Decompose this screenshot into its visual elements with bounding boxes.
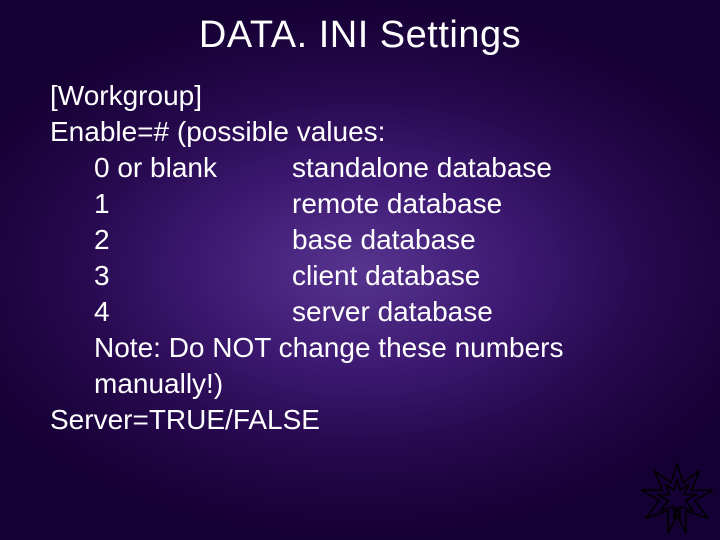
value-desc: standalone database — [292, 150, 552, 186]
value-key: 1 — [94, 186, 292, 222]
value-row: 3 client database — [50, 258, 670, 294]
enable-line: Enable=# (possible values: — [50, 114, 670, 150]
value-desc: remote database — [292, 186, 502, 222]
section-header: [Workgroup] — [50, 78, 670, 114]
value-row: 0 or blank standalone database — [50, 150, 670, 186]
value-key: 2 — [94, 222, 292, 258]
note-line-1: Note: Do NOT change these numbers — [50, 330, 670, 366]
value-desc: base database — [292, 222, 476, 258]
value-desc: server database — [292, 294, 493, 330]
slide-body: [Workgroup] Enable=# (possible values: 0… — [50, 78, 670, 438]
value-row: 2 base database — [50, 222, 670, 258]
note-line-2: manually!) — [50, 366, 670, 402]
server-line: Server=TRUE/FALSE — [50, 402, 670, 438]
star-icon — [640, 462, 714, 536]
value-key: 4 — [94, 294, 292, 330]
value-row: 1 remote database — [50, 186, 670, 222]
value-row: 4 server database — [50, 294, 670, 330]
slide-title: DATA. INI Settings — [0, 14, 720, 57]
value-desc: client database — [292, 258, 480, 294]
slide: DATA. INI Settings [Workgroup] Enable=# … — [0, 0, 720, 540]
value-key: 0 or blank — [94, 150, 292, 186]
value-key: 3 — [94, 258, 292, 294]
